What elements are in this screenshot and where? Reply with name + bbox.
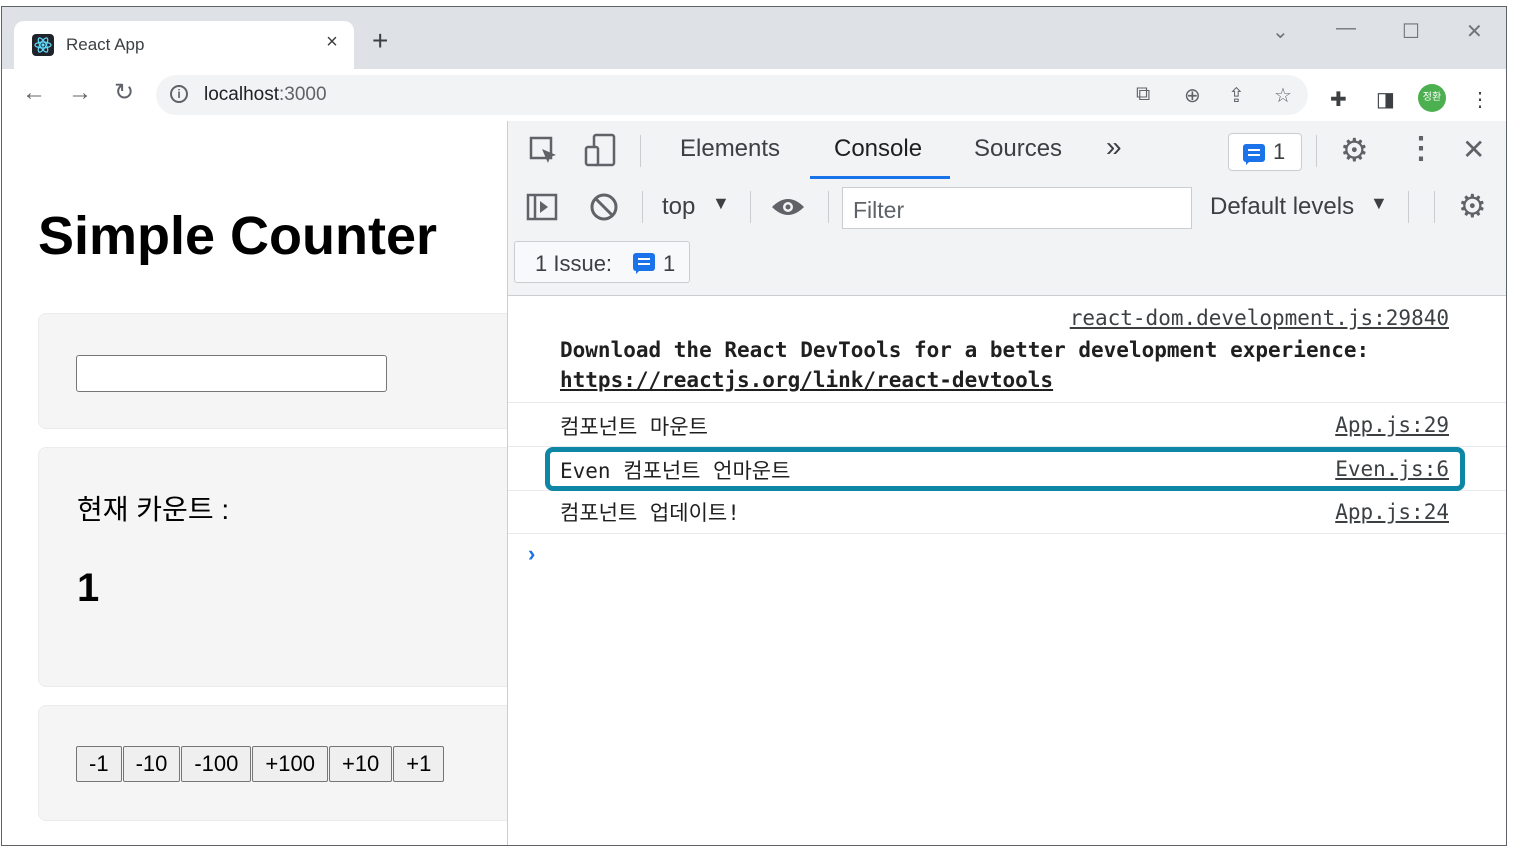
minus-10-button[interactable]: -10: [122, 746, 181, 782]
console-message: 컴포넌트 업데이트! App.js:24: [508, 491, 1506, 534]
clear-console-icon[interactable]: [588, 191, 620, 223]
address-bar[interactable]: i localhost:3000 ⧉ ⊕ ⇪ ☆: [156, 75, 1308, 115]
tab-close-icon[interactable]: ×: [320, 31, 344, 54]
extensions-puzzle-icon[interactable]: ✚: [1330, 87, 1347, 112]
browser-window: React App × + ⌄ — ☐ ✕ ← → ↻ i localhost:…: [1, 6, 1507, 846]
new-tab-button[interactable]: +: [372, 27, 388, 55]
count-value: 1: [77, 566, 100, 610]
separator: [1434, 191, 1435, 223]
tab-title: React App: [66, 35, 145, 54]
issues-bar: 1 Issue: 1: [508, 233, 1506, 296]
close-devtools-icon[interactable]: ✕: [1462, 133, 1485, 166]
devtools-link[interactable]: https://reactjs.org/link/react-devtools: [560, 368, 1053, 392]
log-levels-dropdown[interactable]: Default levels: [1210, 193, 1354, 221]
plus-10-button[interactable]: +10: [328, 746, 393, 782]
context-selector[interactable]: top: [662, 193, 695, 221]
text-input[interactable]: [76, 355, 387, 392]
issues-label: 1 Issue:: [535, 251, 613, 276]
plus-100-button[interactable]: +100: [252, 746, 328, 782]
forward-arrow-icon[interactable]: →: [68, 81, 92, 105]
inspect-element-icon[interactable]: [528, 135, 560, 167]
issues-button[interactable]: 1 Issue: 1: [514, 241, 690, 283]
minimize-button[interactable]: —: [1336, 17, 1356, 40]
settings-gear-icon[interactable]: ⚙: [1340, 131, 1369, 169]
maximize-button[interactable]: ☐: [1402, 19, 1420, 44]
highlight-box: [545, 447, 1465, 491]
tab-elements[interactable]: Elements: [680, 135, 780, 163]
message-text: 컴포넌트 업데이트!: [560, 501, 740, 525]
issues-badge-count: 1: [1273, 139, 1286, 164]
devtools-tab-bar: Elements Console Sources » 1 ⚙ ⋮ ✕: [508, 121, 1506, 180]
separator: [828, 191, 829, 223]
levels-dropdown-icon[interactable]: ▼: [1370, 193, 1388, 214]
tab-strip: React App × + ⌄ — ☐ ✕: [2, 7, 1506, 69]
browser-tab[interactable]: React App ×: [14, 21, 354, 69]
issue-message-icon: [633, 253, 655, 274]
more-tabs-chevron-icon[interactable]: »: [1106, 131, 1122, 163]
bookmark-star-icon[interactable]: ☆: [1274, 83, 1292, 108]
console-settings-gear-icon[interactable]: ⚙: [1458, 187, 1487, 225]
console-prompt-chevron-icon[interactable]: ›: [528, 541, 535, 567]
input-card: [38, 313, 507, 429]
issues-badge-button[interactable]: 1: [1228, 133, 1302, 171]
filter-input[interactable]: Filter: [842, 187, 1192, 229]
filter-placeholder: Filter: [853, 197, 905, 223]
page-viewport: Simple Counter 현재 카운트 : 1 -1 -10 -100 +1…: [2, 121, 507, 845]
console-message: react-dom.development.js:29840 Download …: [508, 296, 1506, 403]
back-arrow-icon[interactable]: ←: [22, 81, 46, 105]
sidebar-toggle-icon[interactable]: [526, 193, 558, 221]
close-window-button[interactable]: ✕: [1466, 19, 1483, 44]
page-title: Simple Counter: [38, 206, 438, 266]
separator: [1408, 191, 1409, 223]
side-panel-icon[interactable]: ◨: [1376, 87, 1395, 112]
context-dropdown-icon[interactable]: ▼: [712, 193, 730, 214]
share-icon[interactable]: ⇪: [1228, 83, 1245, 108]
devtools-panel: Elements Console Sources » 1 ⚙ ⋮ ✕ top ▼…: [507, 121, 1506, 845]
message-source-link[interactable]: App.js:29: [1335, 413, 1449, 437]
tab-search-chevron-icon[interactable]: ⌄: [1272, 19, 1289, 44]
counter-button-row: -1 -10 -100 +100 +10 +1: [76, 746, 445, 782]
separator: [640, 135, 641, 167]
url-text: localhost:3000: [204, 84, 327, 105]
devtools-menu-kebab-icon[interactable]: ⋮: [1406, 131, 1436, 166]
console-toolbar: top ▼ Filter Default levels ▼ ⚙: [508, 179, 1506, 233]
zoom-icon[interactable]: ⊕: [1184, 83, 1201, 108]
separator: [1316, 135, 1317, 167]
live-expression-eye-icon[interactable]: [770, 195, 806, 219]
separator: [642, 191, 643, 223]
translate-icon[interactable]: ⧉: [1136, 83, 1150, 106]
buttons-card: -1 -10 -100 +100 +10 +1: [38, 705, 507, 821]
message-text: Download the React DevTools for a better…: [560, 338, 1370, 362]
message-source-link[interactable]: App.js:24: [1335, 500, 1449, 524]
reload-icon[interactable]: ↻: [114, 81, 134, 105]
browser-toolbar: ← → ↻ i localhost:3000 ⧉ ⊕ ⇪ ☆ ✚ ◨ 정환 ⋮: [2, 69, 1506, 122]
plus-1-button[interactable]: +1: [393, 746, 445, 782]
count-label: 현재 카운트 :: [77, 494, 230, 525]
message-source-link[interactable]: react-dom.development.js:29840: [1070, 306, 1449, 330]
console-messages: react-dom.development.js:29840 Download …: [508, 296, 1506, 534]
site-info-icon[interactable]: i: [170, 85, 188, 103]
count-card: 현재 카운트 : 1: [38, 447, 507, 687]
separator: [750, 191, 751, 223]
minus-1-button[interactable]: -1: [76, 746, 122, 782]
issues-count: 1: [663, 251, 676, 276]
tab-sources[interactable]: Sources: [974, 135, 1062, 163]
issue-message-icon: [1243, 144, 1265, 165]
menu-kebab-icon[interactable]: ⋮: [1470, 87, 1490, 112]
device-toolbar-icon[interactable]: [584, 133, 618, 169]
profile-avatar[interactable]: 정환: [1418, 84, 1446, 112]
console-message: 컴포넌트 마운트 App.js:29: [508, 403, 1506, 447]
react-logo-icon: [32, 34, 54, 56]
tab-console[interactable]: Console: [834, 135, 922, 163]
minus-100-button[interactable]: -100: [181, 746, 252, 782]
message-text: 컴포넌트 마운트: [560, 415, 708, 439]
